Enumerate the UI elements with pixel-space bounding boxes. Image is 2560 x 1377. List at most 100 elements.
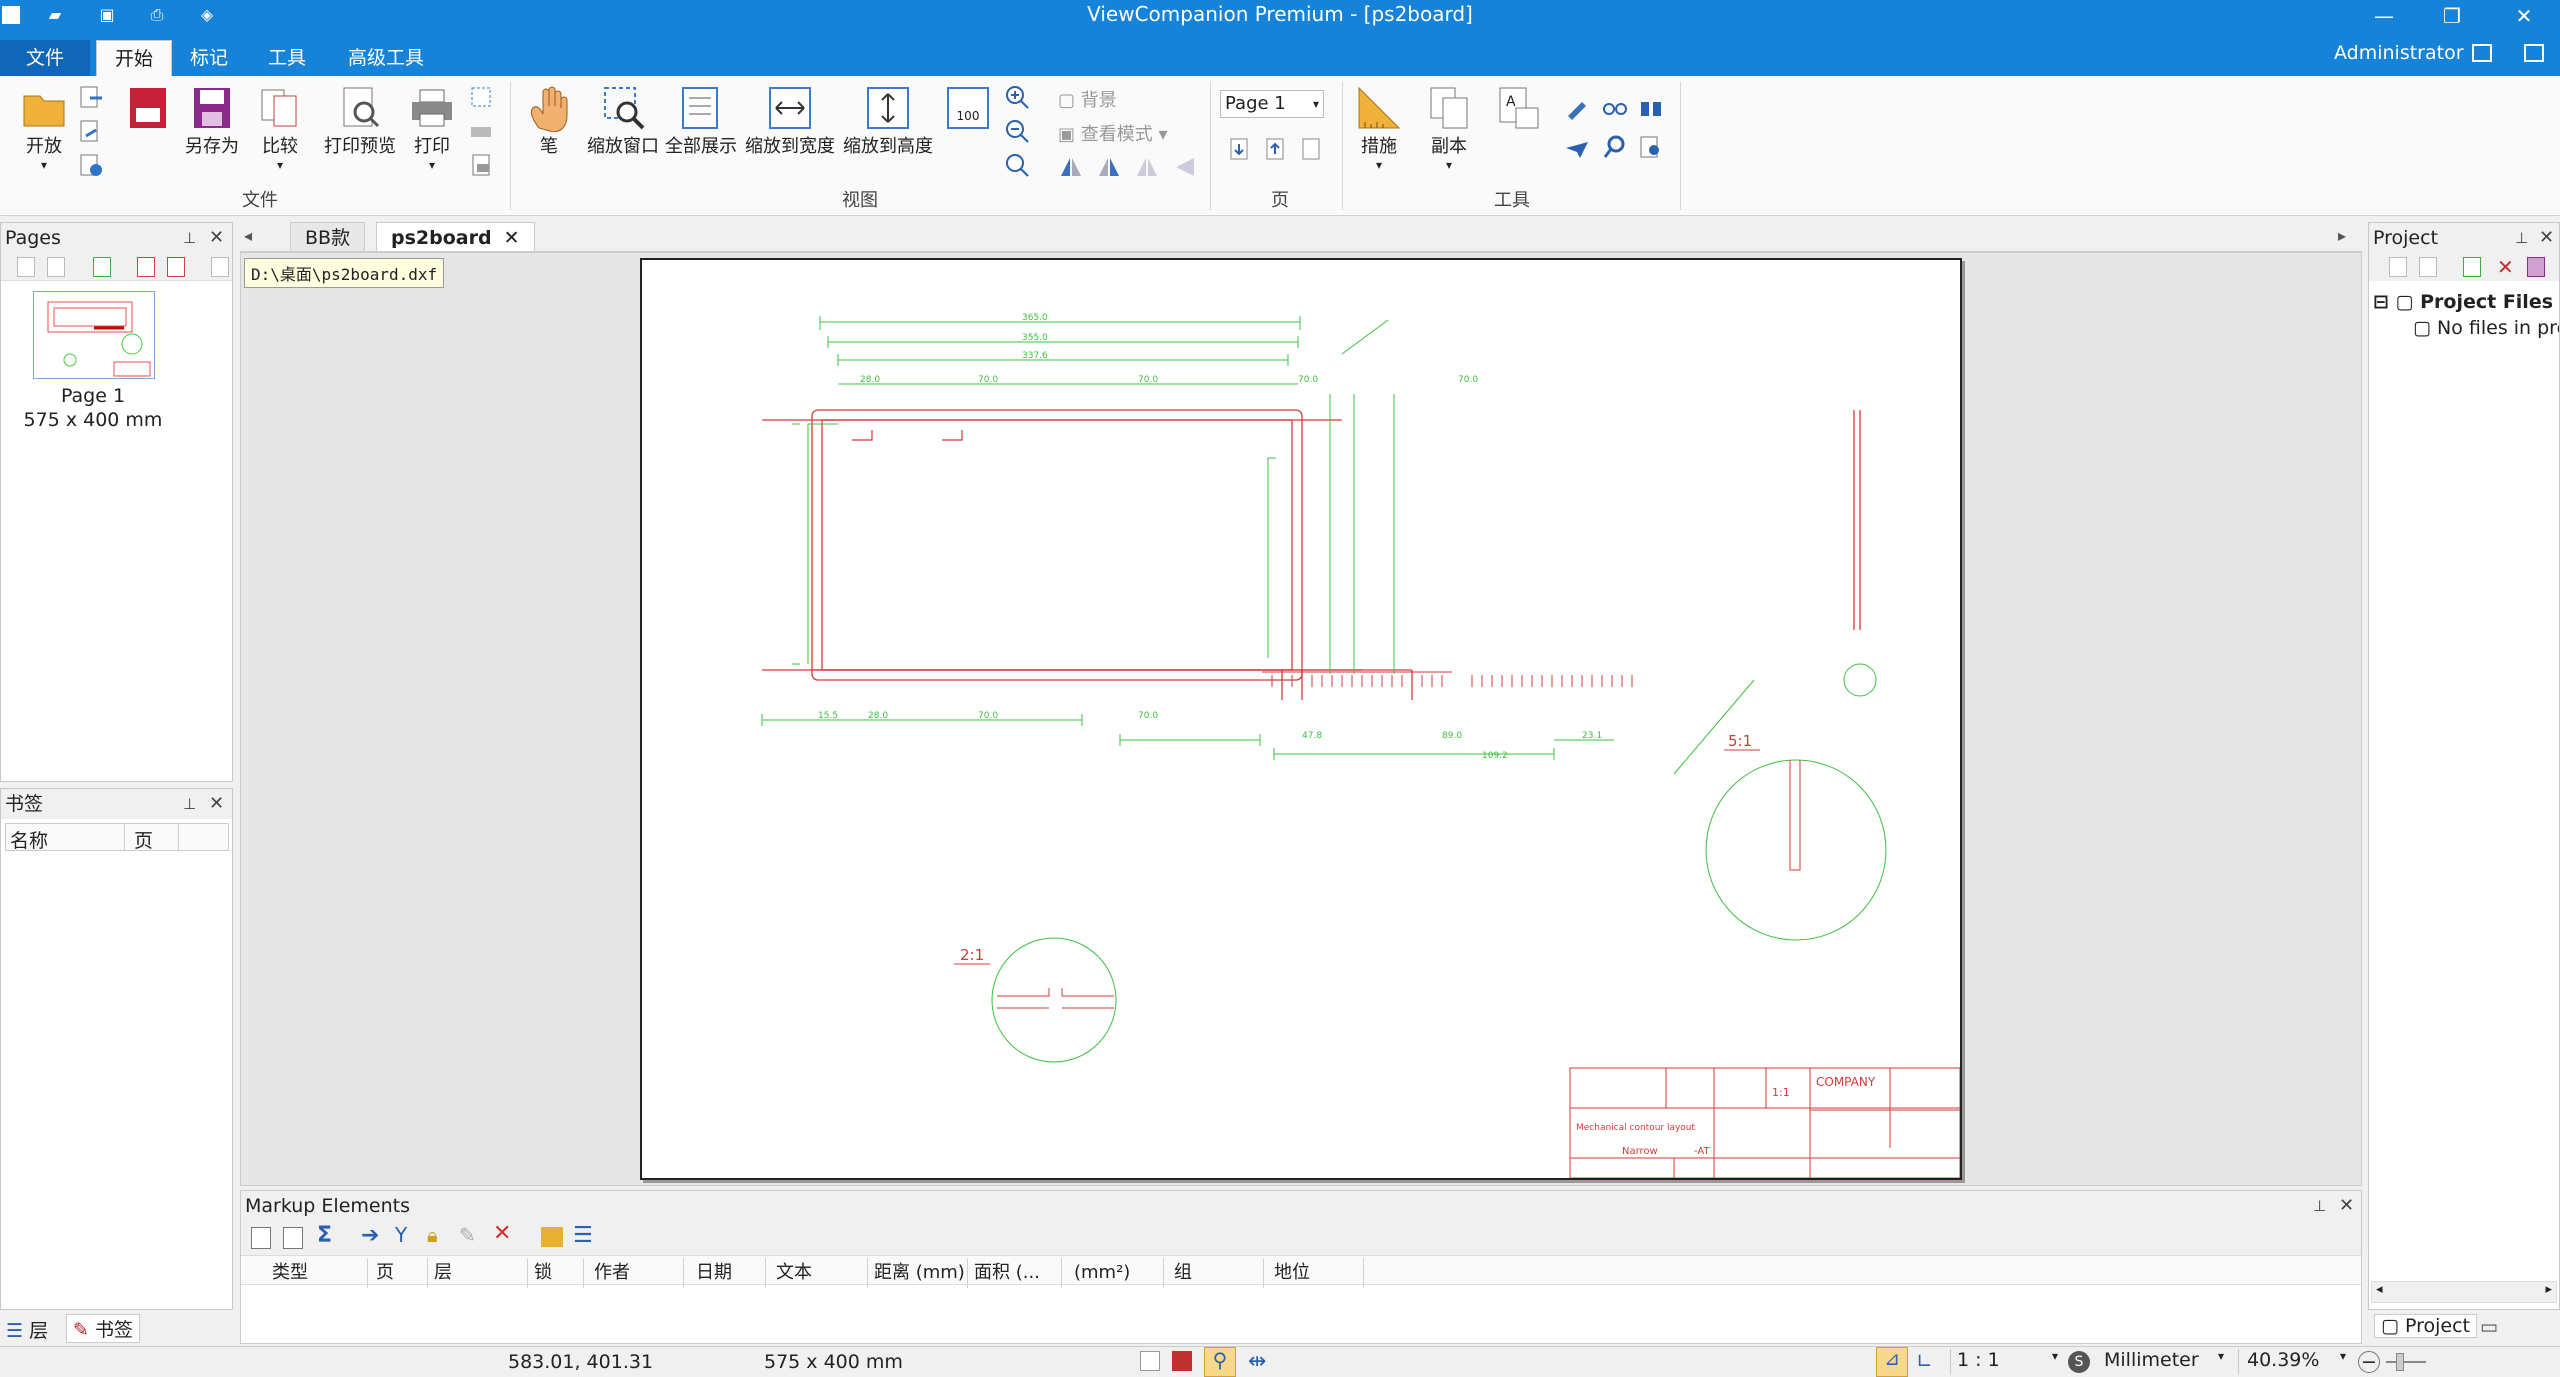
project-new-icon[interactable] — [2389, 257, 2407, 277]
project-hscrollbar[interactable]: ◂ ▸ — [2371, 1281, 2557, 1303]
pin-icon[interactable]: ⊥ — [183, 229, 196, 247]
airplane-icon[interactable] — [1564, 134, 1590, 160]
filter-icon[interactable]: Y — [395, 1223, 407, 1247]
pin-icon[interactable]: ⊥ — [2515, 229, 2528, 247]
page-copy-icon[interactable] — [47, 257, 65, 277]
zoom-height-button[interactable]: 缩放到高度 — [842, 84, 934, 158]
layers-icon[interactable]: ☰ — [573, 1223, 593, 1248]
page-thumbnail[interactable] — [33, 291, 155, 379]
binoculars-icon[interactable] — [1638, 94, 1664, 120]
minimize-button[interactable]: — — [2360, 2, 2408, 30]
tab-ps2board[interactable]: ps2board ✕ — [376, 222, 535, 252]
close-icon[interactable]: ✕ — [2339, 1195, 2354, 1216]
show-all-button[interactable]: 全部展示 — [664, 84, 738, 158]
project-save-icon[interactable] — [2527, 257, 2545, 277]
close-icon[interactable]: ✕ — [2539, 227, 2554, 248]
zoom-out-status-icon[interactable]: − — [2358, 1351, 2380, 1373]
zoom-status-icon[interactable]: ⚲ — [1204, 1347, 1236, 1377]
save-as-button[interactable]: 另存为 — [180, 84, 244, 158]
zoom-out-icon[interactable] — [1004, 118, 1030, 144]
text-extract-button[interactable]: A — [1494, 84, 1542, 132]
comment-icon[interactable] — [541, 1227, 563, 1247]
grid-icon[interactable] — [1140, 1351, 1160, 1371]
project-tab[interactable]: ▢ Project — [2374, 1314, 2478, 1338]
col-distance[interactable]: 距离 (mm) — [868, 1258, 968, 1288]
unlink-icon[interactable]: ✎ — [459, 1223, 476, 1247]
layers-tab[interactable]: ☰ 层 — [6, 1316, 48, 1343]
col-group[interactable]: 组 — [1164, 1258, 1264, 1288]
refresh-icon[interactable] — [78, 118, 104, 144]
mirror-right-icon[interactable] — [1096, 154, 1122, 180]
find-in-files-icon[interactable] — [1638, 134, 1664, 160]
col-area-unit[interactable]: (mm²) — [1062, 1258, 1164, 1288]
markup-list-icon[interactable] — [251, 1227, 271, 1249]
unit-select[interactable]: Millimeter ▾ — [2100, 1349, 2228, 1375]
restore-button[interactable]: ❐ — [2428, 2, 2476, 30]
zoom-100-button[interactable]: 100 — [944, 84, 992, 132]
tab-advanced-tools[interactable]: 高级工具 — [330, 40, 442, 76]
pdf-status-icon[interactable] — [1172, 1351, 1192, 1371]
measure-button[interactable]: 措施 ▾ — [1352, 84, 1406, 172]
col-layer[interactable]: 层 — [428, 1258, 528, 1288]
close-icon[interactable]: ✕ — [209, 793, 224, 814]
page-remove-icon[interactable] — [167, 257, 185, 277]
rotate-icon[interactable] — [1172, 154, 1198, 180]
copy-button[interactable]: 副本 ▾ — [1422, 84, 1476, 172]
zoom-slider[interactable] — [2386, 1361, 2426, 1363]
scale-select[interactable]: 1 : 1 ▾ — [1950, 1349, 2062, 1375]
bookmark-col-name[interactable]: 名称 — [10, 826, 48, 853]
lock-icon[interactable]: 🔒︎ — [427, 1223, 438, 1247]
tab-close-icon[interactable]: ✕ — [504, 227, 520, 249]
zoom-width-button[interactable]: 缩放到宽度 — [744, 84, 836, 158]
mirror-left-icon[interactable] — [1058, 154, 1084, 180]
background-button[interactable]: ▢ 背景 — [1058, 86, 1117, 112]
tab-file[interactable]: 文件 — [0, 40, 91, 76]
zoom-window-button[interactable]: 缩放窗口 — [584, 84, 662, 158]
page-delete-icon[interactable] — [137, 257, 155, 277]
pen-button[interactable]: 笔 — [522, 84, 576, 158]
page-extract-icon[interactable] — [211, 257, 229, 277]
layout-icon[interactable] — [2472, 44, 2492, 62]
col-author[interactable]: 作者 — [584, 1258, 684, 1288]
col-page[interactable]: 页 — [368, 1258, 428, 1288]
project-open-icon[interactable] — [2419, 257, 2437, 277]
sum-icon[interactable]: Σ — [317, 1223, 332, 1248]
page-add-icon[interactable] — [17, 257, 35, 277]
col-status[interactable]: 地位 — [1264, 1258, 1364, 1288]
project-add-icon[interactable] — [2463, 257, 2481, 277]
tab-home[interactable]: 开始 — [96, 40, 173, 76]
sync-icon[interactable] — [78, 84, 104, 110]
page-setup-icon[interactable] — [468, 84, 494, 110]
pdf-save-button[interactable] — [124, 84, 172, 132]
close-button[interactable]: ✕ — [2500, 2, 2548, 30]
delete-icon[interactable]: ✕ — [493, 1221, 511, 1246]
arrow-right-icon[interactable]: ➔ — [361, 1223, 379, 1248]
bookmarks-tab[interactable]: ✎ 书签 — [66, 1314, 140, 1343]
col-text[interactable]: 文本 — [766, 1258, 868, 1288]
page-info-icon[interactable] — [1298, 136, 1324, 162]
print-button[interactable]: 打印 ▾ — [408, 84, 456, 172]
project-remove-icon[interactable]: ✕ — [2497, 255, 2514, 279]
col-type[interactable]: 类型 — [264, 1258, 368, 1288]
flip-icon[interactable] — [1134, 154, 1160, 180]
zoom-slider-thumb[interactable] — [2396, 1353, 2404, 1371]
page-up-icon[interactable] — [1262, 136, 1288, 162]
col-date[interactable]: 日期 — [684, 1258, 766, 1288]
fullscreen-icon[interactable] — [2524, 44, 2544, 62]
page-down-icon[interactable] — [1226, 136, 1252, 162]
zoom-in-icon[interactable] — [1004, 84, 1030, 110]
col-lock[interactable]: 锁 — [528, 1258, 584, 1288]
glasses-icon[interactable] — [1602, 94, 1628, 120]
info-icon[interactable] — [78, 152, 104, 178]
tab-bb[interactable]: BB款 — [290, 222, 366, 252]
page-select[interactable]: Page 1 ▾ — [1220, 90, 1324, 118]
ortho-icon[interactable]: ∟ — [1916, 1349, 1933, 1373]
open-button[interactable]: 开放 ▾ — [14, 84, 74, 172]
tab-tools[interactable]: 工具 — [250, 40, 324, 76]
tab-scroll-right-icon[interactable]: ▸ — [2338, 226, 2346, 245]
print-preview-button[interactable]: 打印预览 — [318, 84, 402, 158]
comments-tab-icon[interactable]: ▭ — [2480, 1316, 2498, 1338]
view-mode-button[interactable]: ▣ 查看模式 ▾ — [1058, 120, 1168, 146]
page-insert-icon[interactable] — [93, 257, 111, 277]
batch-print-icon[interactable] — [468, 118, 494, 144]
